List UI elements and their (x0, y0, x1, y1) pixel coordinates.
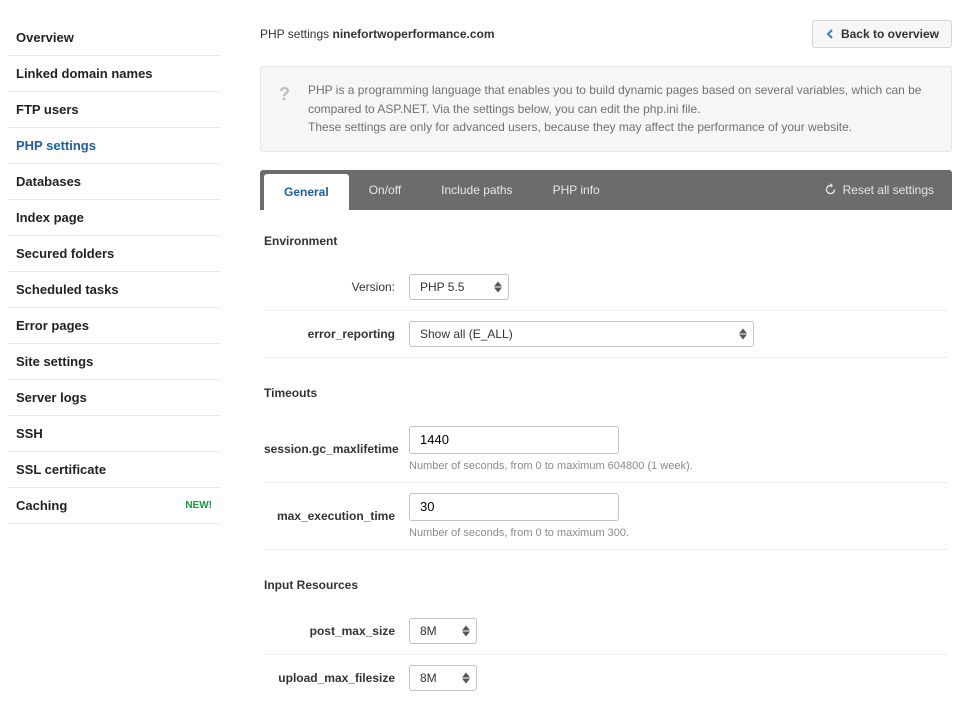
section-input-resources-title: Input Resources (264, 578, 948, 592)
tab-onoff[interactable]: On/off (349, 170, 421, 210)
sidebar-item-ssh[interactable]: SSH (8, 416, 220, 452)
refresh-icon (824, 183, 837, 196)
sidebar-item-ftp-users[interactable]: FTP users (8, 92, 220, 128)
select-arrows-icon (739, 328, 747, 339)
max-exec-time-hint: Number of seconds, from 0 to maximum 300… (409, 527, 948, 539)
main-content: PHP settings ninefortwoperformance.com B… (220, 0, 976, 719)
sidebar-item-ssl-certificate[interactable]: SSL certificate (8, 452, 220, 488)
error-reporting-select[interactable]: Show all (E_ALL) (409, 321, 754, 347)
tab-general[interactable]: General (264, 174, 349, 210)
select-arrows-icon (462, 672, 470, 683)
version-select[interactable]: PHP 5.5 (409, 274, 509, 300)
sidebar-item-site-settings[interactable]: Site settings (8, 344, 220, 380)
new-badge: NEW! (185, 500, 212, 511)
reset-all-settings-button[interactable]: Reset all settings (806, 170, 952, 210)
info-text-1: PHP is a programming language that enabl… (308, 81, 933, 118)
sidebar-item-overview[interactable]: Overview (8, 20, 220, 56)
sidebar-item-scheduled-tasks[interactable]: Scheduled tasks (8, 272, 220, 308)
page-title: PHP settings ninefortwoperformance.com (260, 27, 495, 41)
post-max-size-label: post_max_size (264, 624, 409, 638)
error-reporting-label: error_reporting (264, 327, 409, 341)
section-environment-title: Environment (264, 234, 948, 248)
gc-maxlifetime-hint: Number of seconds, from 0 to maximum 604… (409, 460, 948, 472)
tab-include-paths[interactable]: Include paths (421, 170, 532, 210)
sidebar-item-caching[interactable]: Caching NEW! (8, 488, 220, 524)
info-box: ? PHP is a programming language that ena… (260, 66, 952, 152)
question-icon: ? (279, 81, 290, 137)
sidebar-item-server-logs[interactable]: Server logs (8, 380, 220, 416)
select-arrows-icon (494, 281, 502, 292)
section-timeouts-title: Timeouts (264, 386, 948, 400)
back-to-overview-button[interactable]: Back to overview (812, 20, 952, 48)
post-max-size-select[interactable]: 8M (409, 618, 477, 644)
gc-maxlifetime-label: session.gc_maxlifetime (264, 442, 409, 456)
max-exec-time-input[interactable] (409, 493, 619, 521)
tab-bar: General On/off Include paths PHP info Re… (260, 170, 952, 210)
max-exec-time-label: max_execution_time (264, 509, 409, 523)
version-label: Version: (264, 280, 409, 294)
sidebar-item-php-settings[interactable]: PHP settings (8, 128, 220, 164)
upload-max-filesize-label: upload_max_filesize (264, 671, 409, 685)
chevron-left-icon (825, 29, 835, 39)
sidebar-item-secured-folders[interactable]: Secured folders (8, 236, 220, 272)
gc-maxlifetime-input[interactable] (409, 426, 619, 454)
select-arrows-icon (462, 625, 470, 636)
upload-max-filesize-select[interactable]: 8M (409, 665, 477, 691)
info-text-2: These settings are only for advanced use… (308, 118, 933, 137)
tab-php-info[interactable]: PHP info (533, 170, 620, 210)
sidebar-item-error-pages[interactable]: Error pages (8, 308, 220, 344)
sidebar-item-index-page[interactable]: Index page (8, 200, 220, 236)
sidebar-item-databases[interactable]: Databases (8, 164, 220, 200)
sidebar-item-linked-domains[interactable]: Linked domain names (8, 56, 220, 92)
sidebar: Overview Linked domain names FTP users P… (0, 0, 220, 719)
